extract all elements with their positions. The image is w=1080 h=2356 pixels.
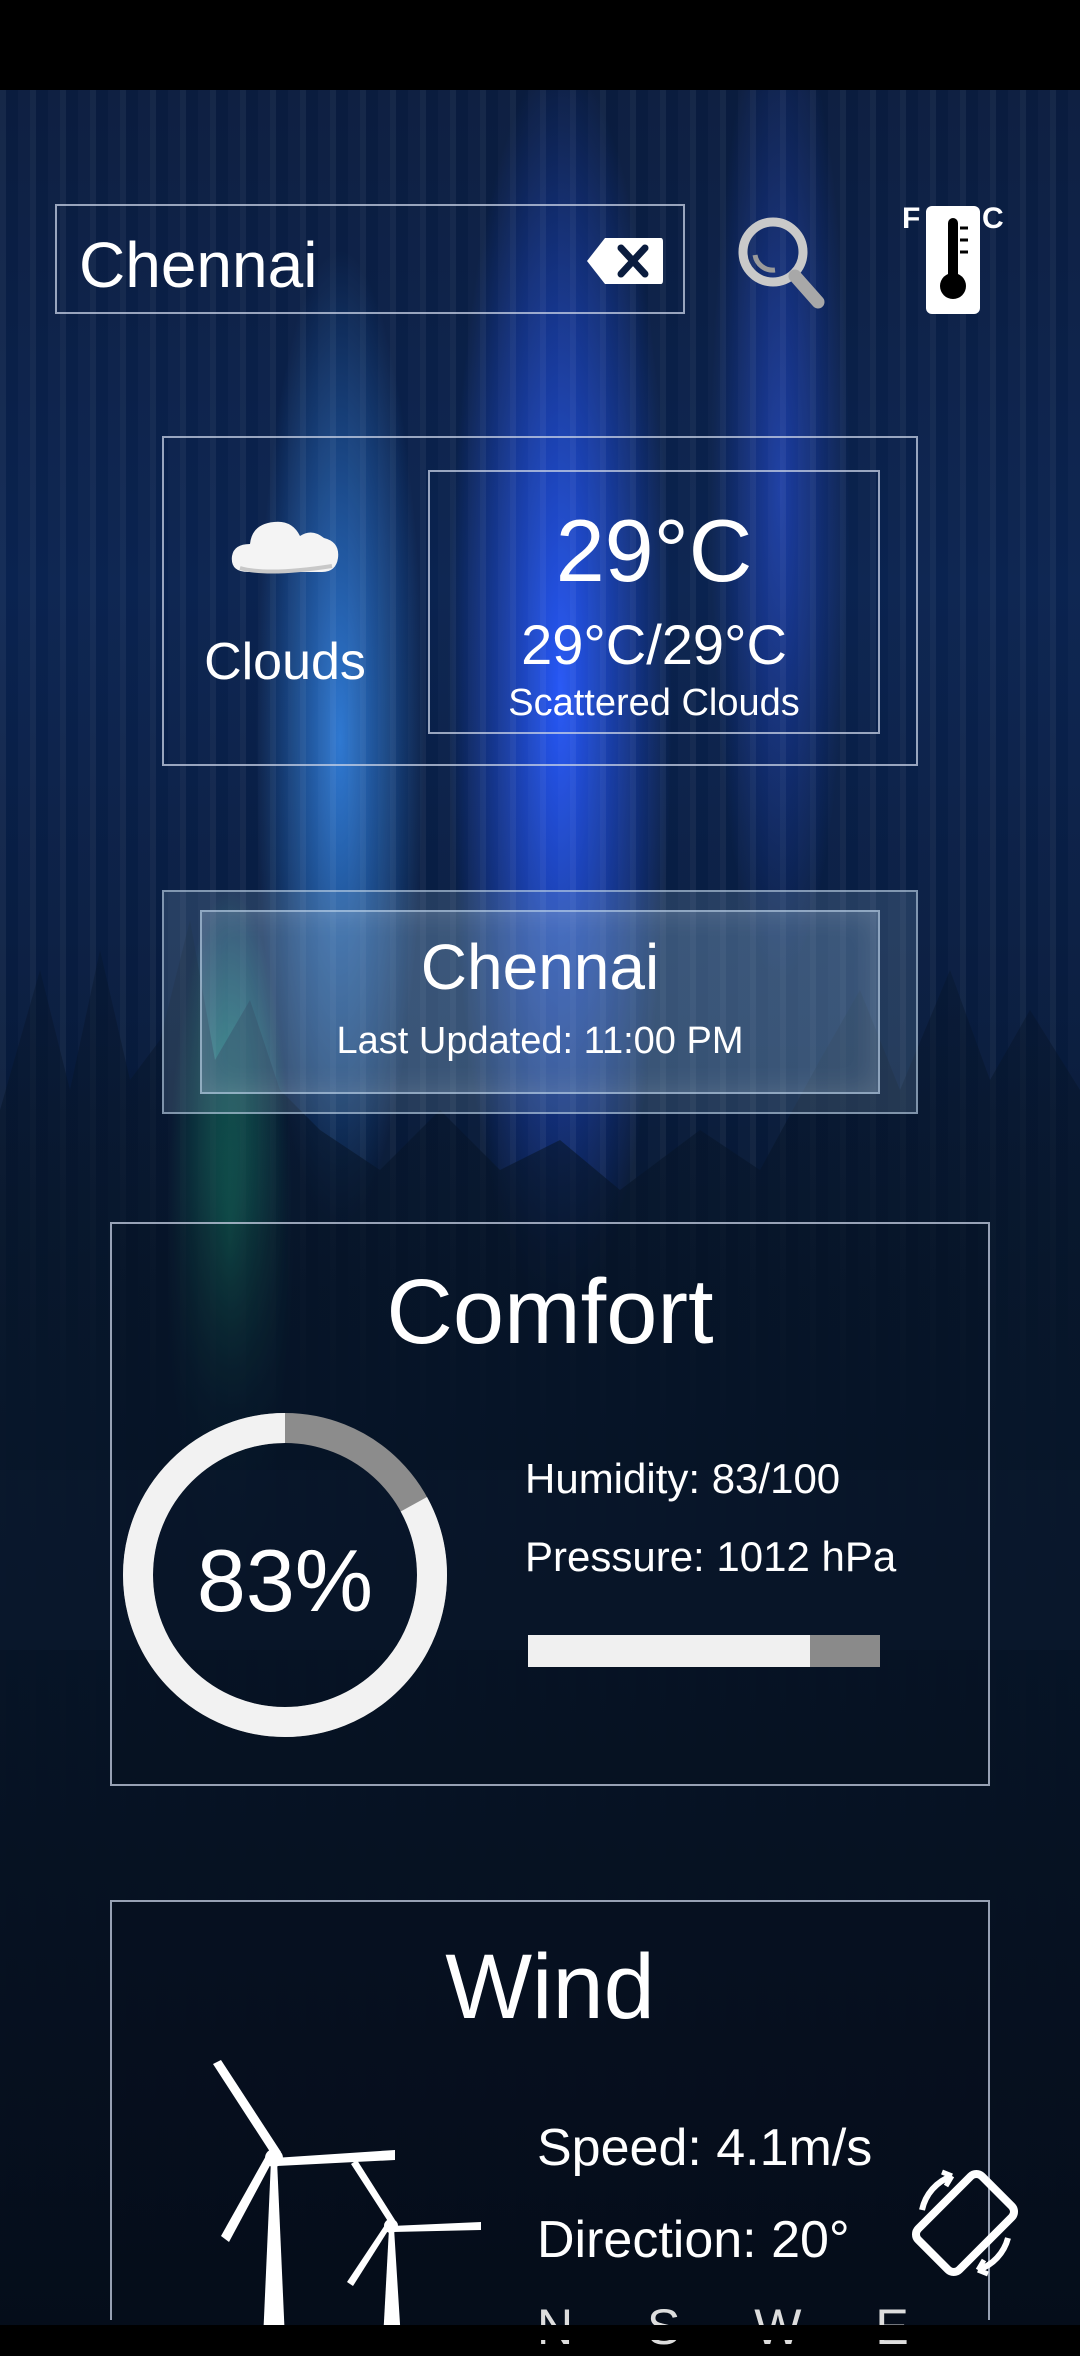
last-updated: Last Updated: 11:00 PM [336,1020,744,1062]
location-city: Chennai [420,931,660,1003]
temperature-range: 29°C/29°C [521,613,787,676]
pressure-text: Pressure: 1012 hPa [525,1533,897,1580]
weather-condition: Clouds [204,633,366,691]
wind-turbine-icon [213,2060,481,2340]
wind-speed: Speed: 4.1m/s [537,2119,873,2177]
wind-direction: Direction: 20° [537,2211,850,2269]
humidity-text: Humidity: 83/100 [525,1455,841,1502]
weather-description: Scattered Clouds [508,682,800,724]
wind-title: Wind [445,1936,655,2038]
current-temperature: 29°C [555,501,753,600]
pressure-bar-fill [528,1635,810,1667]
cloud-icon [231,521,339,574]
unit-toggle-button[interactable]: F C [898,200,1008,320]
search-icon[interactable] [733,210,828,315]
celsius-label: C [982,202,1004,235]
backspace-clear-icon[interactable] [585,236,665,286]
humidity-percent: 83% [196,1531,374,1630]
search-input[interactable]: Chennai [79,228,317,302]
search-field[interactable]: Chennai [55,204,685,314]
screen-rotate-icon[interactable] [902,2160,1028,2286]
pressure-bar [528,1635,880,1667]
comfort-title: Comfort [386,1261,714,1363]
fahrenheit-label: F [902,202,921,235]
